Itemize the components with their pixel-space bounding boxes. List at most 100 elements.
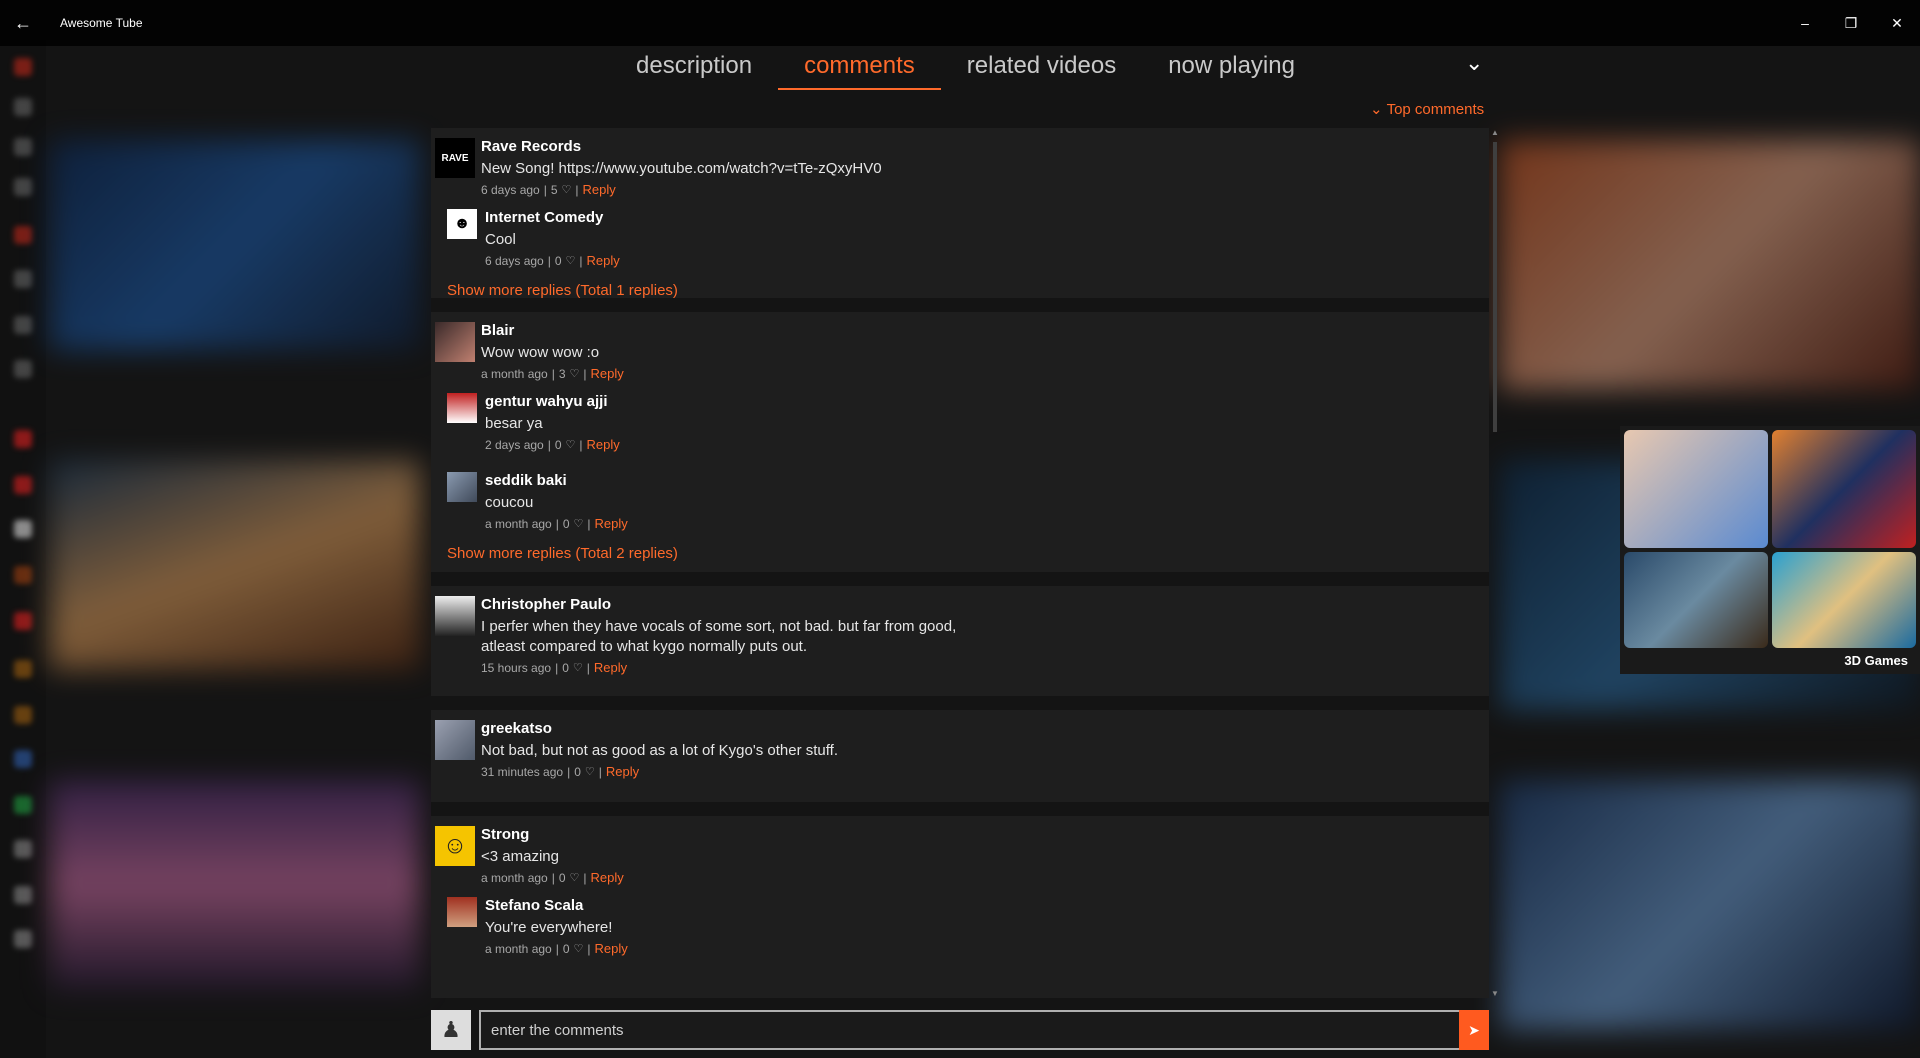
close-icon[interactable]: ✕ xyxy=(1874,0,1920,46)
comment-text: New Song! https://www.youtube.com/watch?… xyxy=(481,160,882,177)
tab-related-videos[interactable]: related videos xyxy=(941,46,1142,90)
comment: greekatso Not bad, but not as good as a … xyxy=(431,716,1489,779)
show-more-replies-link[interactable]: Show more replies (Total 1 replies) xyxy=(447,282,1489,299)
tab-description[interactable]: description xyxy=(610,46,778,90)
comment-author[interactable]: Christopher Paulo xyxy=(481,596,956,613)
comment-meta: 6 days ago | 5 ♡ | Reply xyxy=(481,182,616,197)
heart-icon[interactable]: ♡ xyxy=(562,183,572,196)
restore-icon[interactable]: ❐ xyxy=(1828,0,1874,46)
comment-time: a month ago xyxy=(481,870,548,885)
comment-author[interactable]: Strong xyxy=(481,826,624,843)
window-controls: – ❐ ✕ xyxy=(1782,0,1920,46)
reply-link[interactable]: Reply xyxy=(587,437,620,452)
heart-icon[interactable]: ♡ xyxy=(574,942,584,955)
reply-link[interactable]: Reply xyxy=(595,516,628,531)
reply-link[interactable]: Reply xyxy=(591,366,624,381)
video-detail-tabs: description comments related videos now … xyxy=(610,46,1321,90)
comment: Christopher Paulo I perfer when they hav… xyxy=(431,592,1489,675)
comment-compose-bar: ♟ ➤ xyxy=(431,1010,1489,1050)
comment-author[interactable]: Stefano Scala xyxy=(485,897,628,914)
heart-icon[interactable]: ♡ xyxy=(570,367,580,380)
heart-icon[interactable]: ♡ xyxy=(570,871,580,884)
comment-meta: 6 days ago | 0 ♡ | Reply xyxy=(485,253,620,268)
reply-link[interactable]: Reply xyxy=(587,253,620,268)
comment-time: 15 hours ago xyxy=(481,660,552,675)
app-title: Awesome Tube xyxy=(60,16,143,30)
comment-author[interactable]: Blair xyxy=(481,322,624,339)
comments-list[interactable]: RAVE Rave Records New Song! https://www.… xyxy=(431,128,1489,998)
heart-icon[interactable]: ♡ xyxy=(566,438,576,451)
left-nav-rail xyxy=(0,40,46,1058)
tab-now-playing[interactable]: now playing xyxy=(1142,46,1321,90)
chevron-down-icon[interactable]: ⌄ xyxy=(1465,50,1491,76)
reply-link[interactable]: Reply xyxy=(594,660,627,675)
avatar[interactable] xyxy=(435,720,475,760)
comment-meta: 2 days ago | 0 ♡ | Reply xyxy=(485,437,620,452)
ad-banner[interactable]: 3D Games xyxy=(1620,426,1920,674)
reply-link[interactable]: Reply xyxy=(606,764,639,779)
comments-scrollbar[interactable]: ▲ ▼ xyxy=(1490,128,1500,998)
comment-author[interactable]: Rave Records xyxy=(481,138,882,155)
avatar[interactable] xyxy=(447,897,477,927)
ad-image-grid xyxy=(1620,426,1920,652)
arrow-left-icon[interactable]: ← xyxy=(0,0,46,46)
scroll-up-icon[interactable]: ▲ xyxy=(1490,128,1500,137)
comment-text: I perfer when they have vocals of some s… xyxy=(481,617,956,657)
scroll-thumb[interactable] xyxy=(1493,142,1497,432)
avatar[interactable] xyxy=(435,596,475,636)
comment-text-line: atleast compared to what kygo normally p… xyxy=(481,638,808,655)
comment-text: You're everywhere! xyxy=(485,919,613,936)
avatar[interactable] xyxy=(435,322,475,362)
title-bar: ← Awesome Tube – ❐ ✕ xyxy=(0,0,1920,46)
like-count: 0 xyxy=(554,437,562,452)
comment-time: a month ago xyxy=(481,366,548,381)
heart-icon[interactable]: ♡ xyxy=(574,517,584,530)
avatar[interactable] xyxy=(447,393,477,423)
reply-comment: Stefano Scala You're everywhere! a month… xyxy=(431,893,1489,956)
comment-author[interactable]: Internet Comedy xyxy=(485,209,620,226)
heart-icon[interactable]: ♡ xyxy=(573,661,583,674)
send-icon[interactable]: ➤ xyxy=(1459,1010,1489,1050)
comment-thread: Christopher Paulo I perfer when they hav… xyxy=(431,586,1489,710)
heart-icon[interactable]: ♡ xyxy=(585,765,595,778)
avatar[interactable]: RAVE xyxy=(435,138,475,178)
avatar[interactable] xyxy=(447,472,477,502)
like-count: 0 xyxy=(562,516,570,531)
comment-author[interactable]: seddik baki xyxy=(485,472,628,489)
comment-text: Wow wow wow :o xyxy=(481,344,600,361)
ad-image xyxy=(1772,430,1916,548)
comment-author[interactable]: gentur wahyu ajji xyxy=(485,393,620,410)
avatar[interactable]: ☺ xyxy=(435,826,475,866)
sort-label: Top comments xyxy=(1386,100,1485,118)
comment: Blair Wow wow wow :o a month ago | 3 ♡ | R… xyxy=(431,318,1489,381)
user-silhouette-icon: ♟ xyxy=(441,1017,461,1042)
avatar-text: RAVE xyxy=(441,152,469,164)
comment: RAVE Rave Records New Song! https://www.… xyxy=(431,134,1489,197)
show-more-replies-link[interactable]: Show more replies (Total 2 replies) xyxy=(447,545,1489,562)
ad-image xyxy=(1772,552,1916,648)
ad-label: 3D Games xyxy=(1844,653,1908,668)
comment-text-line: I perfer when they have vocals of some s… xyxy=(481,618,957,635)
sort-dropdown[interactable]: ⌄ Top comments xyxy=(1370,100,1485,119)
reply-link[interactable]: Reply xyxy=(583,182,616,197)
comment-time: a month ago xyxy=(485,516,552,531)
minimize-icon[interactable]: – xyxy=(1782,0,1828,46)
reply-comment: seddik baki coucou a month ago | 0 ♡ | Rep… xyxy=(431,468,1489,531)
comment-input[interactable] xyxy=(479,1010,1459,1050)
mustache-icon: ☻ xyxy=(453,215,471,232)
heart-icon[interactable]: ♡ xyxy=(566,254,576,267)
comment-author[interactable]: greekatso xyxy=(481,720,838,737)
comment-meta: 31 minutes ago | 0 ♡ | Reply xyxy=(481,764,640,779)
like-count: 0 xyxy=(558,870,566,885)
avatar[interactable]: ☻ xyxy=(447,209,477,239)
comment-time: 6 days ago xyxy=(481,182,540,197)
scroll-down-icon[interactable]: ▼ xyxy=(1490,989,1500,998)
comment-time: 31 minutes ago xyxy=(481,764,564,779)
awesome-tube-window: { "window": { "title": "Awesome Tube", "… xyxy=(0,0,1920,1058)
tab-comments[interactable]: comments xyxy=(778,46,941,90)
reply-link[interactable]: Reply xyxy=(595,941,628,956)
comment-thread: ☺ Strong <3 amazing a month ago | 0 ♡ | Re… xyxy=(431,816,1489,986)
comment-thread: RAVE Rave Records New Song! https://www.… xyxy=(431,128,1489,312)
reply-link[interactable]: Reply xyxy=(591,870,624,885)
comment-time: 2 days ago xyxy=(485,437,544,452)
